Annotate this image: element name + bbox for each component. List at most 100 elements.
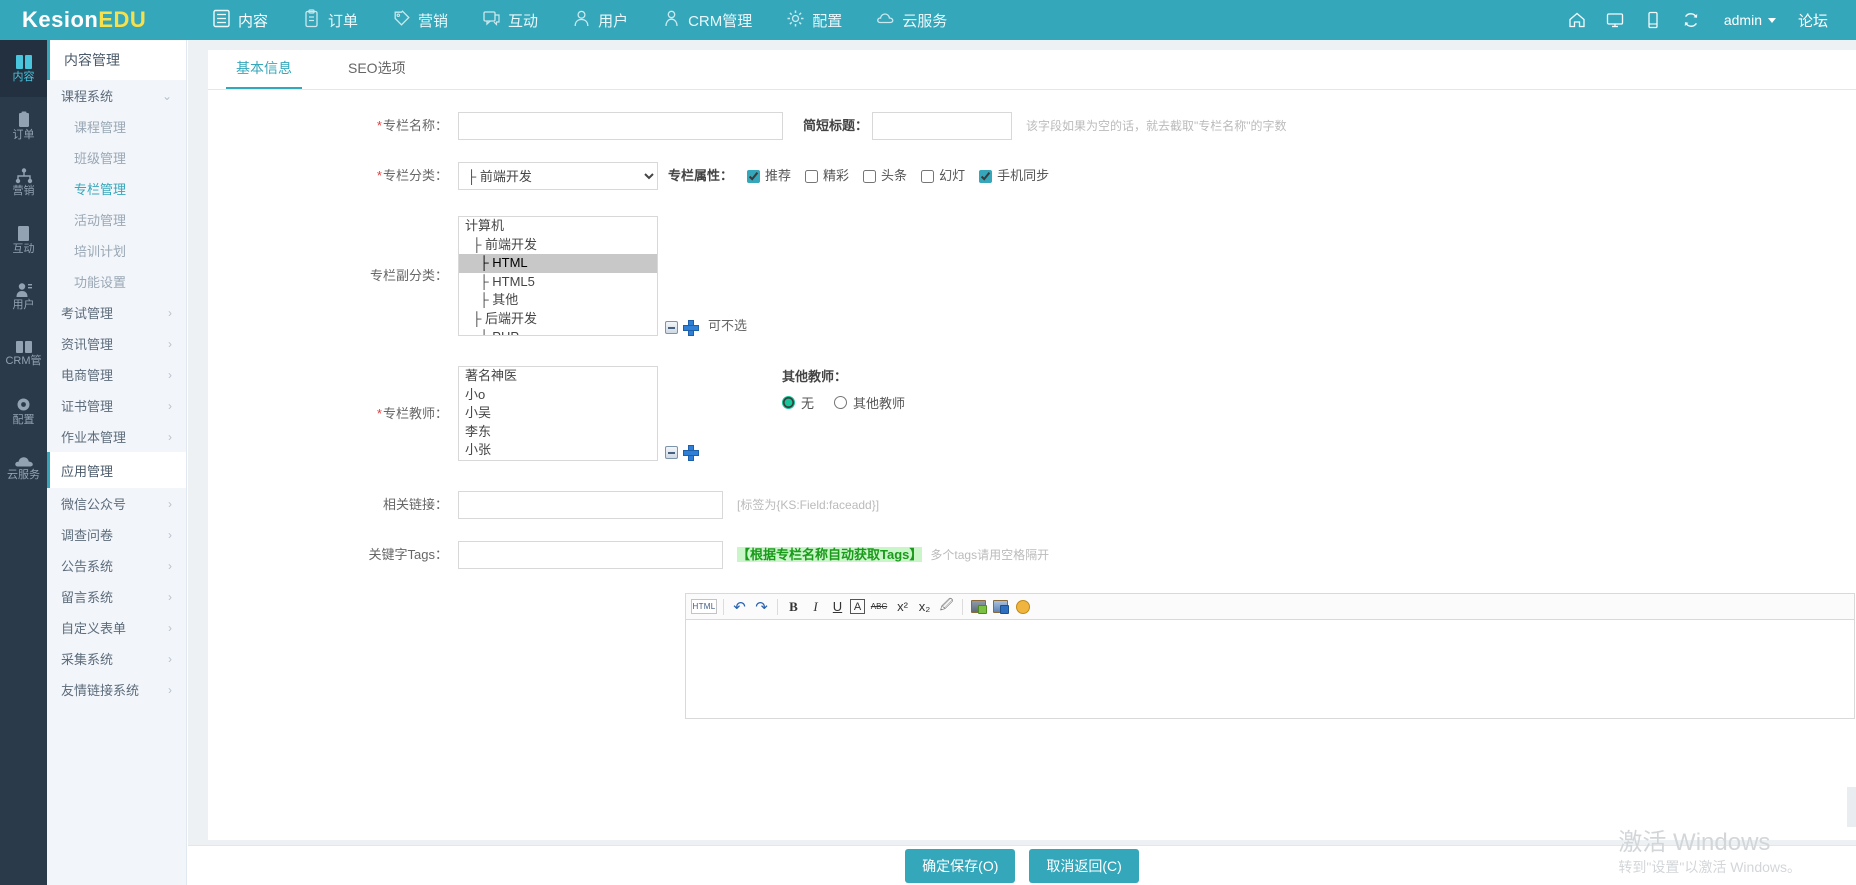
admin-menu[interactable]: admin: [1712, 12, 1788, 28]
subcategory-option[interactable]: ├ PHP: [459, 328, 657, 335]
tab-seo-options[interactable]: SEO选项: [338, 58, 416, 89]
tab-basic-info[interactable]: 基本信息: [226, 58, 302, 89]
top-menu-item-interaction[interactable]: 互动: [465, 0, 555, 40]
editor-body[interactable]: [685, 619, 1855, 719]
mobile-icon[interactable]: [1636, 0, 1670, 40]
insert-word-button[interactable]: [991, 597, 1010, 617]
attribute-headline[interactable]: 头条: [863, 162, 907, 190]
sidebar-item-message-board[interactable]: 留言系统 ›: [47, 581, 186, 612]
top-menu-item-user[interactable]: 用户: [555, 0, 645, 40]
underline-button[interactable]: U: [828, 597, 847, 617]
sidebar-item-friend-links[interactable]: 友情链接系统 ›: [47, 674, 186, 705]
page-scrollbar[interactable]: [1847, 787, 1856, 827]
subscript-button[interactable]: x₂: [915, 597, 934, 617]
desktop-icon[interactable]: [1598, 0, 1632, 40]
top-menu-item-content[interactable]: 内容: [195, 0, 285, 40]
top-menu-item-crm[interactable]: CRM管理: [645, 0, 769, 40]
attribute-slide-label[interactable]: 幻灯: [939, 162, 965, 190]
italic-button[interactable]: I: [806, 597, 825, 617]
subcategory-option[interactable]: ├ 前端开发: [459, 236, 657, 255]
top-menu-item-order[interactable]: 订单: [285, 0, 375, 40]
rail-item-order[interactable]: 订单: [0, 97, 47, 154]
related-link-input[interactable]: [458, 491, 723, 519]
teacher-option[interactable]: 小张: [459, 441, 657, 460]
rail-item-cloud[interactable]: 云服务: [0, 439, 47, 496]
sidebar-item-wechat[interactable]: 微信公众号 ›: [47, 488, 186, 519]
teacher-option[interactable]: 小王: [459, 460, 657, 461]
cancel-button[interactable]: 取消返回(C): [1029, 848, 1139, 883]
subcategory-option-selected[interactable]: ├ HTML: [459, 254, 657, 273]
undo-button[interactable]: ↶: [730, 597, 749, 617]
attribute-slide[interactable]: 幻灯: [921, 162, 965, 190]
short-title-input[interactable]: [872, 112, 1013, 140]
emoticon-button[interactable]: [1013, 597, 1032, 617]
minus-icon[interactable]: [665, 321, 678, 334]
forum-link[interactable]: 论坛: [1792, 10, 1842, 31]
top-menu-item-settings[interactable]: 配置: [769, 0, 859, 40]
sidebar-item-ecommerce-manage[interactable]: 电商管理 ›: [47, 359, 186, 390]
strikethrough-button[interactable]: ABC: [868, 597, 890, 617]
superscript-button[interactable]: x²: [893, 597, 912, 617]
other-teacher-other-radio[interactable]: [834, 396, 848, 409]
attribute-mobile-sync-checkbox[interactable]: [979, 169, 993, 183]
subcategory-option[interactable]: 计算机: [459, 217, 657, 236]
sidebar-item-class-manage[interactable]: 班级管理: [47, 142, 186, 173]
save-button[interactable]: 确定保存(O): [905, 848, 1016, 883]
sidebar-item-homework-manage[interactable]: 作业本管理 ›: [47, 421, 186, 452]
column-name-input[interactable]: [458, 112, 783, 140]
rail-item-settings[interactable]: 配置: [0, 382, 47, 439]
teacher-option[interactable]: 李东: [459, 423, 657, 442]
top-menu-item-marketing[interactable]: 营销: [375, 0, 465, 40]
attribute-mobile-sync[interactable]: 手机同步: [979, 162, 1049, 190]
attribute-recommend[interactable]: 推荐: [747, 162, 791, 190]
sidebar-item-news-manage[interactable]: 资讯管理 ›: [47, 328, 186, 359]
teacher-listbox[interactable]: 著名神医 小o 小吴 李东 小张 小王 王小二: [458, 366, 658, 461]
attribute-slide-checkbox[interactable]: [921, 169, 935, 183]
home-icon[interactable]: [1560, 0, 1594, 40]
refresh-icon[interactable]: [1674, 0, 1708, 40]
attribute-excellent-label[interactable]: 精彩: [823, 162, 849, 190]
attribute-recommend-checkbox[interactable]: [747, 169, 761, 183]
sidebar-item-course-manage[interactable]: 课程管理: [47, 111, 186, 142]
sidebar-item-activity-manage[interactable]: 活动管理: [47, 204, 186, 235]
sidebar-item-course-system[interactable]: 课程系统 ⌄: [47, 80, 186, 111]
rail-item-crm[interactable]: CRM管: [0, 325, 47, 382]
tags-input[interactable]: [458, 541, 723, 569]
sidebar-item-training-plan[interactable]: 培训计划: [47, 235, 186, 266]
subcategory-listbox[interactable]: 计算机 ├ 前端开发 ├ HTML ├ HTML5 ├ 其他 ├ 后端开发 ├ …: [458, 216, 658, 336]
sidebar-item-function-settings[interactable]: 功能设置: [47, 266, 186, 297]
sidebar-item-announcement[interactable]: 公告系统 ›: [47, 550, 186, 581]
clear-format-button[interactable]: 🖉: [937, 597, 956, 617]
sidebar-item-column-manage[interactable]: 专栏管理: [47, 173, 186, 204]
minus-icon[interactable]: [665, 446, 678, 459]
attribute-mobile-sync-label[interactable]: 手机同步: [997, 162, 1049, 190]
brand-logo[interactable]: KesionEDU: [0, 7, 195, 33]
teacher-option[interactable]: 著名神医: [459, 367, 657, 386]
rail-item-user[interactable]: 用户: [0, 268, 47, 325]
sidebar-item-certificate-manage[interactable]: 证书管理 ›: [47, 390, 186, 421]
top-menu-item-cloud[interactable]: 云服务: [859, 0, 964, 40]
rail-item-marketing[interactable]: 营销: [0, 154, 47, 211]
attribute-headline-checkbox[interactable]: [863, 169, 877, 183]
sidebar-item-exam-manage[interactable]: 考试管理 ›: [47, 297, 186, 328]
rail-item-interaction[interactable]: 互动: [0, 211, 47, 268]
attribute-excellent-checkbox[interactable]: [805, 169, 819, 183]
teacher-option[interactable]: 小吴: [459, 404, 657, 423]
attribute-recommend-label[interactable]: 推荐: [765, 162, 791, 190]
auto-fetch-tags-link[interactable]: 【根据专栏名称自动获取Tags】: [737, 541, 923, 569]
insert-image-button[interactable]: [969, 597, 988, 617]
subcategory-option[interactable]: ├ 其他: [459, 291, 657, 310]
column-category-select[interactable]: ├ 前端开发: [458, 162, 658, 190]
font-color-button[interactable]: A: [850, 599, 865, 614]
sidebar-item-survey[interactable]: 调查问卷 ›: [47, 519, 186, 550]
plus-icon[interactable]: [683, 320, 699, 336]
sidebar-item-custom-form[interactable]: 自定义表单 ›: [47, 612, 186, 643]
attribute-excellent[interactable]: 精彩: [805, 162, 849, 190]
rail-item-content[interactable]: 内容: [0, 40, 47, 97]
plus-icon[interactable]: [683, 445, 699, 461]
other-teacher-none-label[interactable]: 无: [801, 393, 814, 412]
bold-button[interactable]: B: [784, 597, 803, 617]
other-teacher-other-label[interactable]: 其他教师: [853, 393, 905, 412]
subcategory-option[interactable]: ├ 后端开发: [459, 310, 657, 329]
sidebar-item-collect-system[interactable]: 采集系统 ›: [47, 643, 186, 674]
